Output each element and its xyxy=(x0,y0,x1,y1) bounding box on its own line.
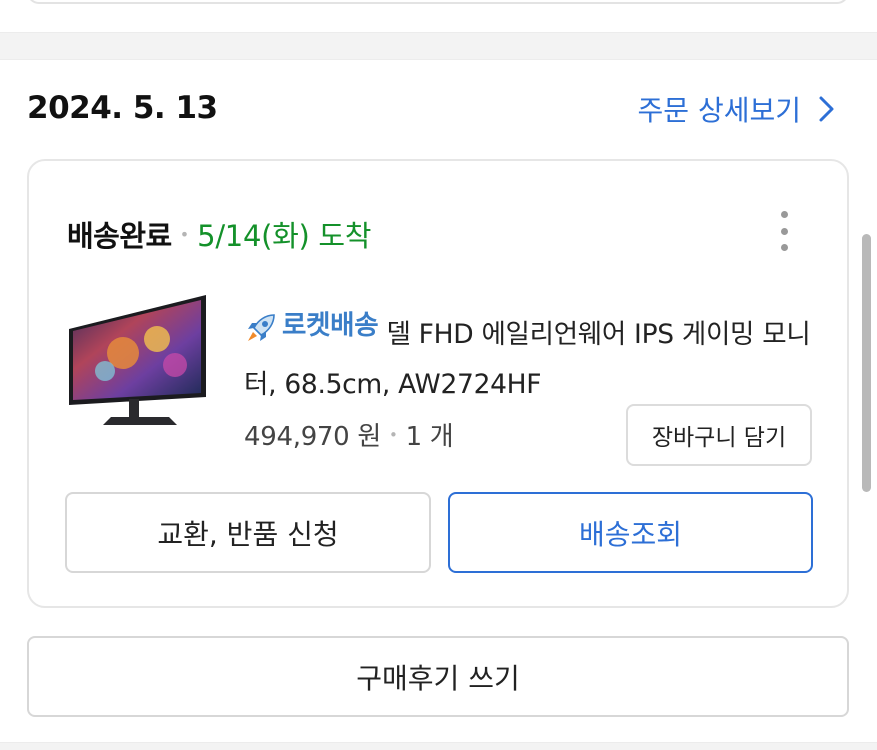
chevron-right-icon xyxy=(819,96,834,122)
rocket-icon xyxy=(248,314,275,341)
delivery-status: 배송완료 • 5/14(화) 도착 xyxy=(67,213,371,255)
add-to-cart-button[interactable]: 장바구니 담기 xyxy=(626,404,812,466)
order-date: 2024. 5. 13 xyxy=(27,90,218,126)
more-vertical-icon[interactable] xyxy=(777,211,791,251)
track-delivery-button[interactable]: 배송조회 xyxy=(448,492,813,573)
write-review-button[interactable]: 구매후기 쓰기 xyxy=(27,636,849,717)
product-price: 494,970 원 xyxy=(244,422,382,452)
previous-order-card xyxy=(27,0,849,4)
scrollbar[interactable] xyxy=(862,234,871,492)
product-title[interactable]: 로켓배송 델 FHD 에일리언웨어 IPS 게이밍 모니터, 68.5cm, A… xyxy=(244,301,814,410)
separator-dot: • xyxy=(179,225,190,244)
order-card: 배송완료 • 5/14(화) 도착 로켓배송 델 FHD 에일리언웨어 IPS … xyxy=(27,159,849,608)
price-row: 494,970 원 • 1 개 xyxy=(244,416,454,453)
section-divider xyxy=(0,32,877,60)
rocket-delivery-badge: 로켓배송 xyxy=(244,301,379,351)
product-quantity: 1 개 xyxy=(405,422,454,452)
rocket-badge-label: 로켓배송 xyxy=(282,310,379,341)
product-thumbnail[interactable] xyxy=(65,293,211,435)
section-divider xyxy=(0,742,877,750)
order-list-page: 2024. 5. 13 주문 상세보기 배송완료 • 5/14(화) 도착 로켓… xyxy=(0,0,877,750)
exchange-return-button[interactable]: 교환, 반품 신청 xyxy=(65,492,431,573)
order-detail-label: 주문 상세보기 xyxy=(637,94,801,127)
order-detail-link[interactable]: 주문 상세보기 xyxy=(638,89,837,129)
separator-dot: • xyxy=(389,426,398,444)
status-label: 배송완료 xyxy=(67,219,172,253)
arrival-date: 5/14(화) 도착 xyxy=(197,219,372,253)
